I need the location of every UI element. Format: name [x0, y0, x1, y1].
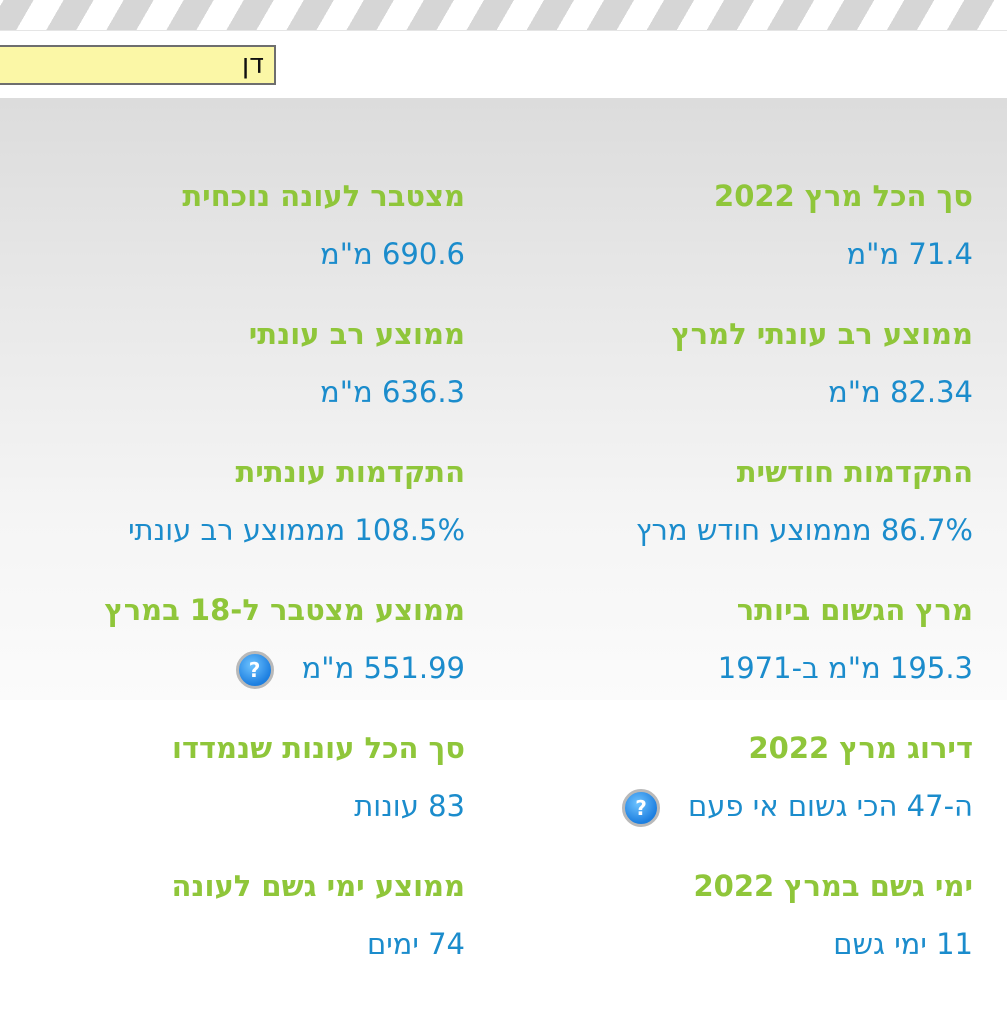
stat-seasonal-progress: התקדמות עונתית 108.5% מממוצע רב עונתי	[128, 454, 465, 548]
stat-value: 82.34 מ"מ	[828, 375, 973, 409]
stat-label: דירוג מרץ 2022	[748, 731, 974, 765]
stat-label: מרץ הגשום ביותר	[736, 593, 973, 627]
stat-value: 690.6 מ"מ	[320, 237, 465, 271]
stat-march-total: סך הכל מרץ 2022 71.4 מ"מ	[714, 178, 973, 272]
stat-label: ממוצע רב עונתי למרץ	[671, 317, 973, 351]
stat-value: 636.3 מ"מ	[320, 375, 465, 409]
stat-monthly-progress: התקדמות חודשית 86.7% מממוצע חודש מרץ	[636, 454, 973, 548]
stat-label: התקדמות חודשית	[736, 455, 973, 489]
help-icon[interactable]: ?	[622, 789, 660, 827]
stat-total-seasons: סך הכל עונות שנמדדו 83 עונות	[172, 730, 465, 824]
stat-value: 11 ימי גשם	[833, 927, 973, 961]
stat-value: 195.3 מ"מ ב-1971	[717, 651, 973, 685]
stat-value: 83 עונות	[354, 789, 465, 823]
name-field[interactable]: דן	[0, 45, 276, 85]
stat-rainiest-march: מרץ הגשום ביותר 195.3 מ"מ ב-1971	[718, 592, 973, 686]
stat-march-rank: דירוג מרץ 2022 ה-47 הכי גשום אי פעם?	[622, 730, 973, 827]
stat-value: 74 ימים	[366, 927, 465, 961]
stat-rain-days-march: ימי גשם במרץ 2022 11 ימי גשם	[693, 868, 973, 962]
stat-value: 86.7% מממוצע חודש מרץ	[635, 513, 973, 547]
stat-label: ממוצע מצטבר ל-18 במרץ	[104, 593, 465, 627]
stat-value: 551.99 מ"מ	[301, 651, 465, 685]
stat-value: ה-47 הכי גשום אי פעם	[688, 789, 973, 823]
stat-label: ממוצע ימי גשם לעונה	[171, 869, 465, 903]
stat-value-row: 551.99 מ"מ?	[105, 650, 465, 689]
stat-value: 71.4 מ"מ	[846, 237, 973, 271]
stat-label: סך הכל עונות שנמדדו	[172, 731, 465, 765]
help-icon[interactable]: ?	[235, 651, 274, 689]
stat-value-row: ה-47 הכי גשום אי פעם?	[622, 788, 973, 827]
stat-avg-rain-days-season: ממוצע ימי גשם לעונה 74 ימים	[171, 868, 465, 962]
stat-label: מצטבר לעונה נוכחית	[182, 179, 465, 213]
stat-seasonal-multiyear-avg: ממוצע רב עונתי 636.3 מ"מ	[249, 316, 465, 410]
stat-march-multiyear-avg: ממוצע רב עונתי למרץ 82.34 מ"מ	[671, 316, 973, 410]
stat-avg-cumulative-18-march: ממוצע מצטבר ל-18 במרץ 551.99 מ"מ?	[105, 592, 465, 689]
top-striped-bar	[0, 0, 1007, 31]
stat-season-cumulative: מצטבר לעונה נוכחית 690.6 מ"מ	[182, 178, 465, 272]
stat-label: ממוצע רב עונתי	[248, 317, 465, 351]
stat-label: התקדמות עונתית	[235, 455, 465, 489]
stat-label: ימי גשם במרץ 2022	[693, 869, 973, 903]
stat-label: סך הכל מרץ 2022	[714, 179, 973, 213]
stat-value: 108.5% מממוצע רב עונתי	[128, 513, 465, 547]
